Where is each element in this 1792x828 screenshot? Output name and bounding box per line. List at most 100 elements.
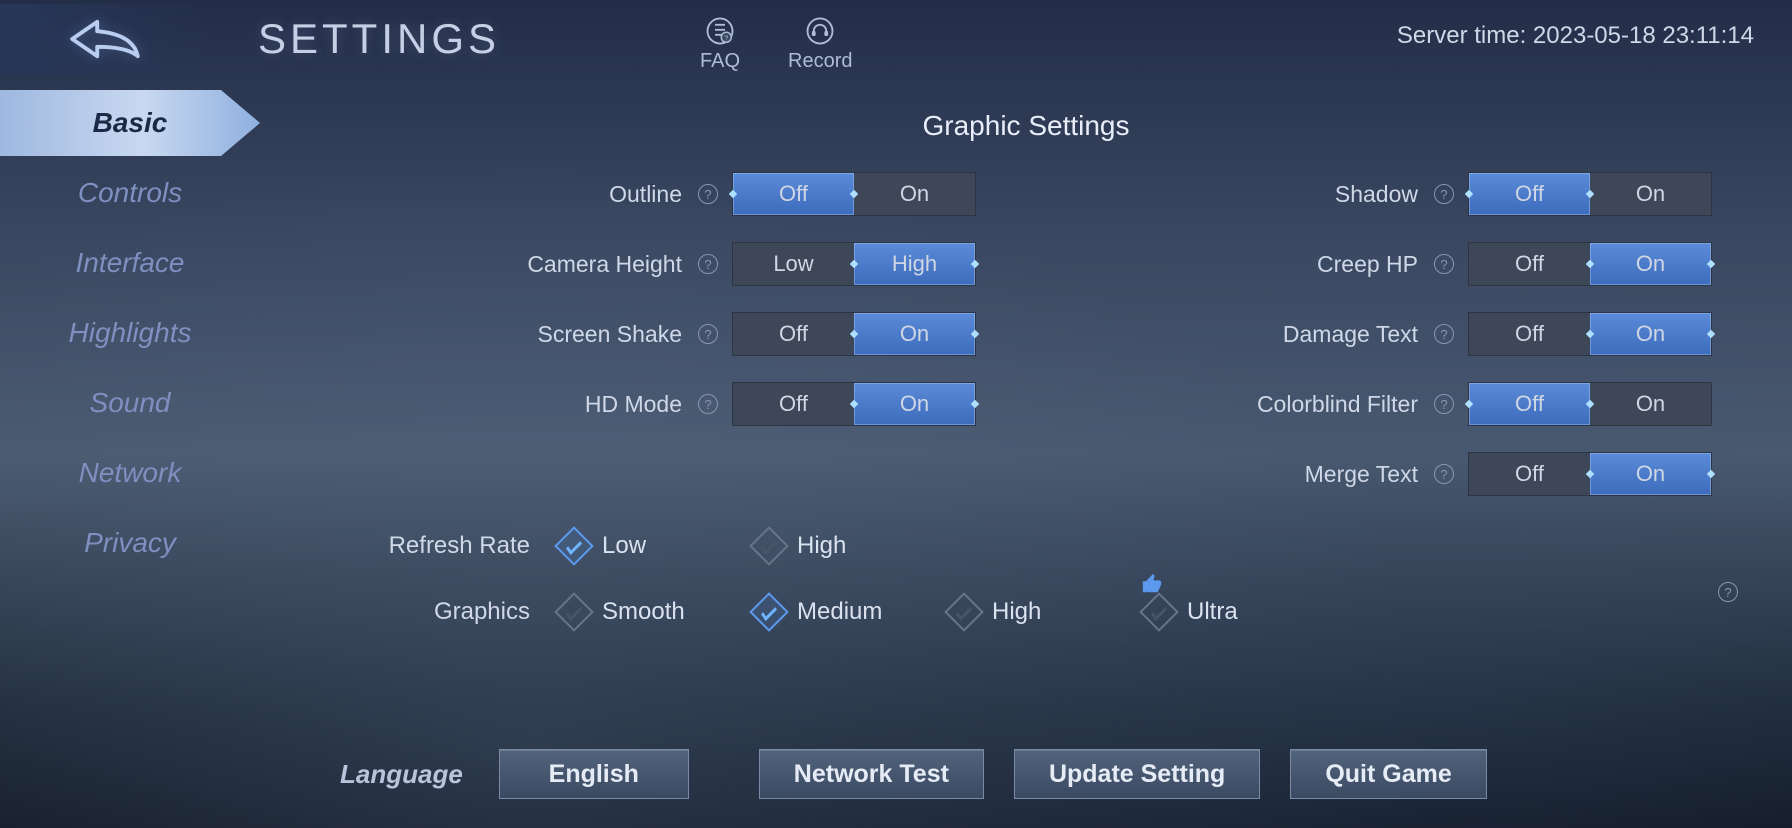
damage-text-label: Damage Text — [1283, 321, 1418, 348]
outline-row: Outline? OffOn — [340, 172, 976, 216]
colorblind-filter-toggle: OffOn — [1468, 382, 1712, 426]
screen-shake-label: Screen Shake — [538, 321, 682, 348]
graphics-label: Graphics — [360, 598, 530, 626]
outline-toggle: OffOn — [732, 172, 976, 216]
diamond-icon — [944, 592, 984, 632]
creep-hp-off-option[interactable]: Off — [1469, 243, 1590, 285]
footer: Language English Network Test Update Set… — [340, 744, 1732, 804]
refresh-rate-label: Refresh Rate — [360, 532, 530, 560]
sidebar-item-privacy[interactable]: Privacy — [0, 510, 260, 576]
graphics-row: Graphics Smooth Medium High Ultra — [300, 598, 1752, 626]
svg-text:?: ? — [724, 33, 728, 42]
radio-medium[interactable]: Medium — [755, 598, 950, 626]
camera-height-on-option[interactable]: High — [854, 243, 975, 285]
shadow-row: Shadow?OffOn — [1076, 172, 1712, 216]
screen-shake-on-option[interactable]: On — [854, 313, 975, 355]
radio-label: High — [797, 532, 846, 560]
radio-ultra[interactable]: Ultra — [1145, 598, 1340, 626]
merge-text-toggle: OffOn — [1468, 452, 1712, 496]
sidebar-item-sound[interactable]: Sound — [0, 370, 260, 436]
sidebar-item-highlights[interactable]: Highlights — [0, 300, 260, 366]
back-arrow-icon — [66, 15, 144, 63]
merge-text-row: Merge Text? OffOn — [1076, 452, 1712, 496]
damage-text-off-option[interactable]: Off — [1469, 313, 1590, 355]
sidebar-item-interface[interactable]: Interface — [0, 230, 260, 296]
help-icon[interactable]: ? — [1434, 254, 1454, 274]
damage-text-row: Damage Text? OffOn — [1076, 312, 1712, 356]
outline-on-option[interactable]: On — [854, 173, 975, 215]
refresh-rate-row: Refresh Rate Low High — [300, 532, 1752, 560]
shadow-off-option[interactable]: Off — [1469, 173, 1590, 215]
network-test-button[interactable]: Network Test — [759, 749, 984, 799]
creep-hp-on-option[interactable]: On — [1590, 243, 1711, 285]
diamond-icon — [1139, 592, 1179, 632]
language-label: Language — [340, 759, 463, 790]
headset-icon — [803, 14, 837, 48]
sidebar-item-basic[interactable]: Basic — [0, 90, 260, 156]
record-button[interactable]: Record — [788, 14, 852, 73]
sidebar: BasicControlsInterfaceHighlightsSoundNet… — [0, 90, 260, 580]
outline-off-option[interactable]: Off — [733, 173, 854, 215]
help-icon[interactable]: ? — [1434, 464, 1454, 484]
shadow-on-option[interactable]: On — [1590, 173, 1711, 215]
radio-high[interactable]: High — [755, 532, 950, 560]
radio-smooth[interactable]: Smooth — [560, 598, 755, 626]
merge-text-off-option[interactable]: Off — [1469, 453, 1590, 495]
header: SETTINGS ? FAQ Record Server time: 2023-… — [0, 0, 1792, 78]
creep-hp-toggle: OffOn — [1468, 242, 1712, 286]
thumbs-up-icon — [1141, 573, 1163, 595]
creep-hp-label: Creep HP — [1317, 251, 1418, 278]
hd-mode-label: HD Mode — [585, 391, 682, 418]
help-icon[interactable]: ? — [1434, 184, 1454, 204]
radio-label: Ultra — [1187, 598, 1238, 626]
help-icon[interactable]: ? — [698, 184, 718, 204]
screen-shake-off-option[interactable]: Off — [733, 313, 854, 355]
help-icon[interactable]: ? — [698, 254, 718, 274]
screen-shake-row: Screen Shake? OffOn — [340, 312, 976, 356]
camera-height-label: Camera Height — [527, 251, 682, 278]
camera-height-row: Camera Height? LowHigh — [340, 242, 976, 286]
language-button[interactable]: English — [499, 749, 689, 799]
damage-text-on-option[interactable]: On — [1590, 313, 1711, 355]
faq-icon: ? — [703, 14, 737, 48]
help-icon[interactable]: ? — [698, 394, 718, 414]
diamond-icon — [749, 592, 789, 632]
damage-text-toggle: OffOn — [1468, 312, 1712, 356]
radio-label: Smooth — [602, 598, 685, 626]
hd-mode-toggle: OffOn — [732, 382, 976, 426]
update-setting-button[interactable]: Update Setting — [1014, 749, 1260, 799]
sidebar-item-controls[interactable]: Controls — [0, 160, 260, 226]
section-title: Graphic Settings — [300, 110, 1752, 142]
shadow-toggle: OffOn — [1468, 172, 1712, 216]
hd-mode-row: HD Mode? OffOn — [340, 382, 976, 426]
help-icon[interactable]: ? — [1434, 324, 1454, 344]
quit-game-button[interactable]: Quit Game — [1290, 749, 1486, 799]
help-icon[interactable]: ? — [1718, 582, 1738, 602]
radio-label: High — [992, 598, 1041, 626]
camera-height-toggle: LowHigh — [732, 242, 976, 286]
faq-button[interactable]: ? FAQ — [700, 14, 740, 73]
radio-label: Medium — [797, 598, 882, 626]
server-time: Server time: 2023-05-18 23:11:14 — [1397, 22, 1754, 50]
radio-label: Low — [602, 532, 646, 560]
hd-mode-on-option[interactable]: On — [854, 383, 975, 425]
help-icon[interactable]: ? — [698, 324, 718, 344]
outline-label: Outline — [609, 181, 682, 208]
hd-mode-off-option[interactable]: Off — [733, 383, 854, 425]
radio-high[interactable]: High — [950, 598, 1145, 626]
colorblind-filter-on-option[interactable]: On — [1590, 383, 1711, 425]
merge-text-on-option[interactable]: On — [1590, 453, 1711, 495]
diamond-icon — [554, 592, 594, 632]
page-title: SETTINGS — [258, 15, 500, 63]
camera-height-off-option[interactable]: Low — [733, 243, 854, 285]
colorblind-filter-off-option[interactable]: Off — [1469, 383, 1590, 425]
sidebar-item-network[interactable]: Network — [0, 440, 260, 506]
colorblind-filter-row: Colorblind Filter? OffOn — [1076, 382, 1712, 426]
diamond-icon — [749, 526, 789, 566]
creep-hp-row: Creep HP? OffOn — [1076, 242, 1712, 286]
radio-low[interactable]: Low — [560, 532, 755, 560]
colorblind-filter-label: Colorblind Filter — [1257, 391, 1418, 418]
help-icon[interactable]: ? — [1434, 394, 1454, 414]
back-button[interactable] — [0, 4, 210, 74]
merge-text-label: Merge Text — [1305, 461, 1418, 488]
